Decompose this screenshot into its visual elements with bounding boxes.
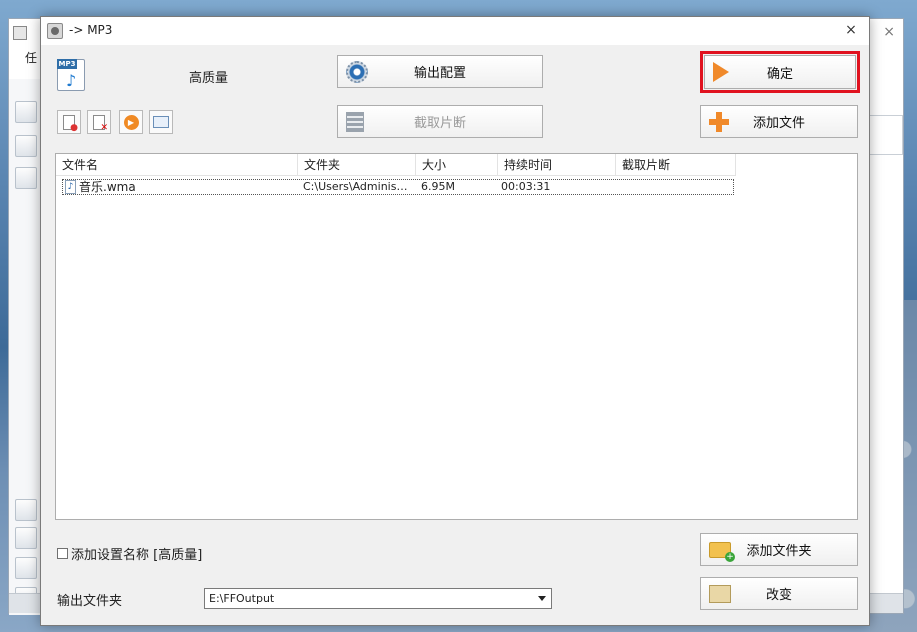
column-header-folder[interactable]: 文件夹 (298, 154, 416, 176)
background-panel (869, 115, 903, 155)
output-folder-label: 输出文件夹 (57, 594, 123, 609)
film-icon (346, 111, 364, 132)
dialog-app-icon (47, 23, 63, 39)
background-menu-item[interactable]: 任 (25, 49, 37, 66)
ok-label: 确定 (766, 66, 793, 82)
output-config-button[interactable]: 输出配置 (337, 55, 543, 88)
output-config-label: 输出配置 (413, 66, 466, 81)
add-settings-name-option[interactable]: 添加设置名称 [高质量] (57, 544, 202, 563)
add-settings-name-checkbox[interactable] (57, 548, 68, 559)
row-folder: C:\Users\Administr... (303, 180, 409, 193)
folder-icon (709, 584, 731, 603)
add-folder-label: 添加文件夹 (746, 544, 812, 559)
sidebar-folder-icon[interactable] (15, 101, 37, 123)
column-header-filename[interactable]: 文件名 (56, 154, 298, 176)
play-button[interactable]: ▶ (119, 110, 143, 134)
change-button[interactable]: 改变 (700, 577, 858, 610)
quality-label: 高质量 (189, 71, 229, 86)
media-info-icon (153, 116, 169, 128)
convert-to-mp3-dialog: -> MP3 × MP3 ♪ 高质量 ● ✕ ▶ 输出配置 截取片断 确定 添加… (40, 16, 870, 626)
file-list-header: 文件名 文件夹 大小 持续时间 截取片断 (56, 154, 736, 176)
sidebar-drive-icon[interactable] (15, 557, 37, 579)
dialog-titlebar: -> MP3 × (41, 17, 869, 45)
add-file-label: 添加文件 (752, 116, 805, 131)
plus-icon (709, 111, 729, 132)
sidebar-audio-icon[interactable] (15, 167, 37, 189)
column-header-size[interactable]: 大小 (416, 154, 498, 176)
add-file-button[interactable]: 添加文件 (700, 105, 858, 138)
output-folder-value: E:\FFOutput (209, 592, 275, 605)
row-size: 6.95M (421, 180, 455, 193)
background-sidebar (9, 79, 43, 615)
remove-file-icon: ● (63, 114, 78, 133)
app-icon (13, 26, 27, 40)
mp3-file-icon: MP3 ♪ (57, 59, 85, 91)
sidebar-video-icon[interactable] (15, 135, 37, 157)
row-duration: 00:03:31 (501, 180, 551, 193)
chevron-down-icon (538, 596, 546, 601)
gear-icon (346, 60, 368, 83)
sidebar-picture-icon[interactable] (15, 499, 37, 521)
ok-button[interactable]: 确定 (704, 55, 856, 89)
dialog-title: -> MP3 (69, 23, 113, 37)
add-settings-name-label: 添加设置名称 [高质量] (71, 548, 203, 563)
play-icon: ▶ (123, 114, 139, 130)
remove-file-button[interactable]: ● (57, 110, 81, 134)
music-file-icon: ♪ (65, 180, 76, 194)
column-header-clip[interactable]: 截取片断 (616, 154, 736, 176)
table-row[interactable]: ♪ 音乐.wma C:\Users\Administr... 6.95M 00:… (62, 179, 734, 195)
sidebar-document-icon[interactable] (15, 527, 37, 549)
folder-add-icon: + (709, 541, 735, 562)
add-folder-button[interactable]: + 添加文件夹 (700, 533, 858, 566)
row-filename: 音乐.wma (79, 180, 136, 194)
clear-list-button[interactable]: ✕ (87, 110, 111, 134)
change-label: 改变 (765, 588, 792, 603)
close-icon[interactable]: × (839, 19, 863, 41)
clear-list-icon: ✕ (93, 114, 108, 133)
background-close-icon[interactable]: × (883, 24, 895, 40)
clip-label: 截取片断 (413, 116, 466, 131)
arrow-right-icon (713, 62, 729, 82)
media-info-button[interactable] (149, 110, 173, 134)
output-folder-select[interactable]: E:\FFOutput (204, 588, 552, 609)
clip-button[interactable]: 截取片断 (337, 105, 543, 138)
file-list[interactable]: 文件名 文件夹 大小 持续时间 截取片断 ♪ 音乐.wma C:\Users\A… (55, 153, 858, 520)
column-header-duration[interactable]: 持续时间 (498, 154, 616, 176)
